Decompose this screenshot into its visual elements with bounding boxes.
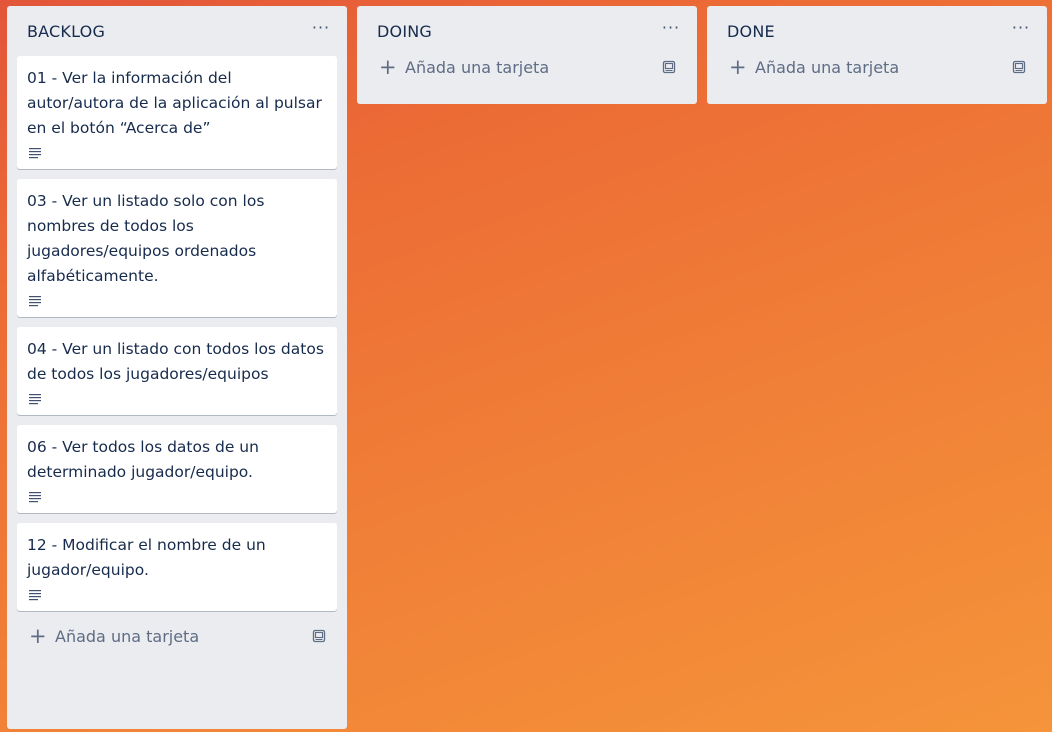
card-title: 12 - Modificar el nombre de un jugador/e… <box>27 536 266 579</box>
add-card-button[interactable]: + Añada una tarjeta <box>715 52 1039 82</box>
card[interactable]: 01 - Ver la información del autor/autora… <box>17 56 337 169</box>
card-title: 04 - Ver un listado con todos los datos … <box>27 340 324 383</box>
card[interactable]: 06 - Ver todos los datos de un determina… <box>17 425 337 513</box>
ellipsis-icon[interactable]: ··· <box>659 16 683 40</box>
board: BACKLOG ··· 01 - Ver la información del … <box>0 0 1052 732</box>
card-template-icon[interactable] <box>1011 59 1027 75</box>
description-icon <box>29 394 41 405</box>
list-title[interactable]: DOING <box>377 22 677 41</box>
card[interactable]: 04 - Ver un listado con todos los datos … <box>17 327 337 415</box>
list-header: DOING ··· <box>357 6 697 56</box>
list-header: BACKLOG ··· <box>7 6 347 56</box>
add-card-button[interactable]: + Añada una tarjeta <box>365 52 689 82</box>
card[interactable]: 12 - Modificar el nombre de un jugador/e… <box>17 523 337 611</box>
card-template-icon[interactable] <box>311 628 327 644</box>
list-title[interactable]: BACKLOG <box>27 22 327 41</box>
add-card-label: Añada una tarjeta <box>755 57 900 77</box>
list-title[interactable]: DONE <box>727 22 1027 41</box>
card-badges <box>27 141 327 163</box>
card-list: 01 - Ver la información del autor/autora… <box>7 56 347 611</box>
card[interactable]: 03 - Ver un listado solo con los nombres… <box>17 179 337 317</box>
card-title: 06 - Ver todos los datos de un determina… <box>27 438 259 481</box>
ellipsis-icon[interactable]: ··· <box>1009 16 1033 40</box>
description-icon <box>29 148 41 159</box>
plus-icon: + <box>729 55 747 79</box>
card-template-icon[interactable] <box>661 59 677 75</box>
card-badges <box>27 583 327 605</box>
card-title: 03 - Ver un listado solo con los nombres… <box>27 192 265 285</box>
card-badges <box>27 289 327 311</box>
add-card-button[interactable]: + Añada una tarjeta <box>15 621 339 651</box>
list-doing: DOING ··· + Añada una tarjeta <box>357 6 697 104</box>
ellipsis-icon[interactable]: ··· <box>309 16 333 40</box>
card-title: 01 - Ver la información del autor/autora… <box>27 69 322 137</box>
list-header: DONE ··· <box>707 6 1047 56</box>
plus-icon: + <box>379 55 397 79</box>
add-card-label: Añada una tarjeta <box>55 626 200 646</box>
description-icon <box>29 296 41 307</box>
description-icon <box>29 492 41 503</box>
list-backlog: BACKLOG ··· 01 - Ver la información del … <box>7 6 347 729</box>
list-done: DONE ··· + Añada una tarjeta <box>707 6 1047 104</box>
card-badges <box>27 387 327 409</box>
plus-icon: + <box>29 624 47 648</box>
description-icon <box>29 590 41 601</box>
add-card-label: Añada una tarjeta <box>405 57 550 77</box>
card-badges <box>27 485 327 507</box>
